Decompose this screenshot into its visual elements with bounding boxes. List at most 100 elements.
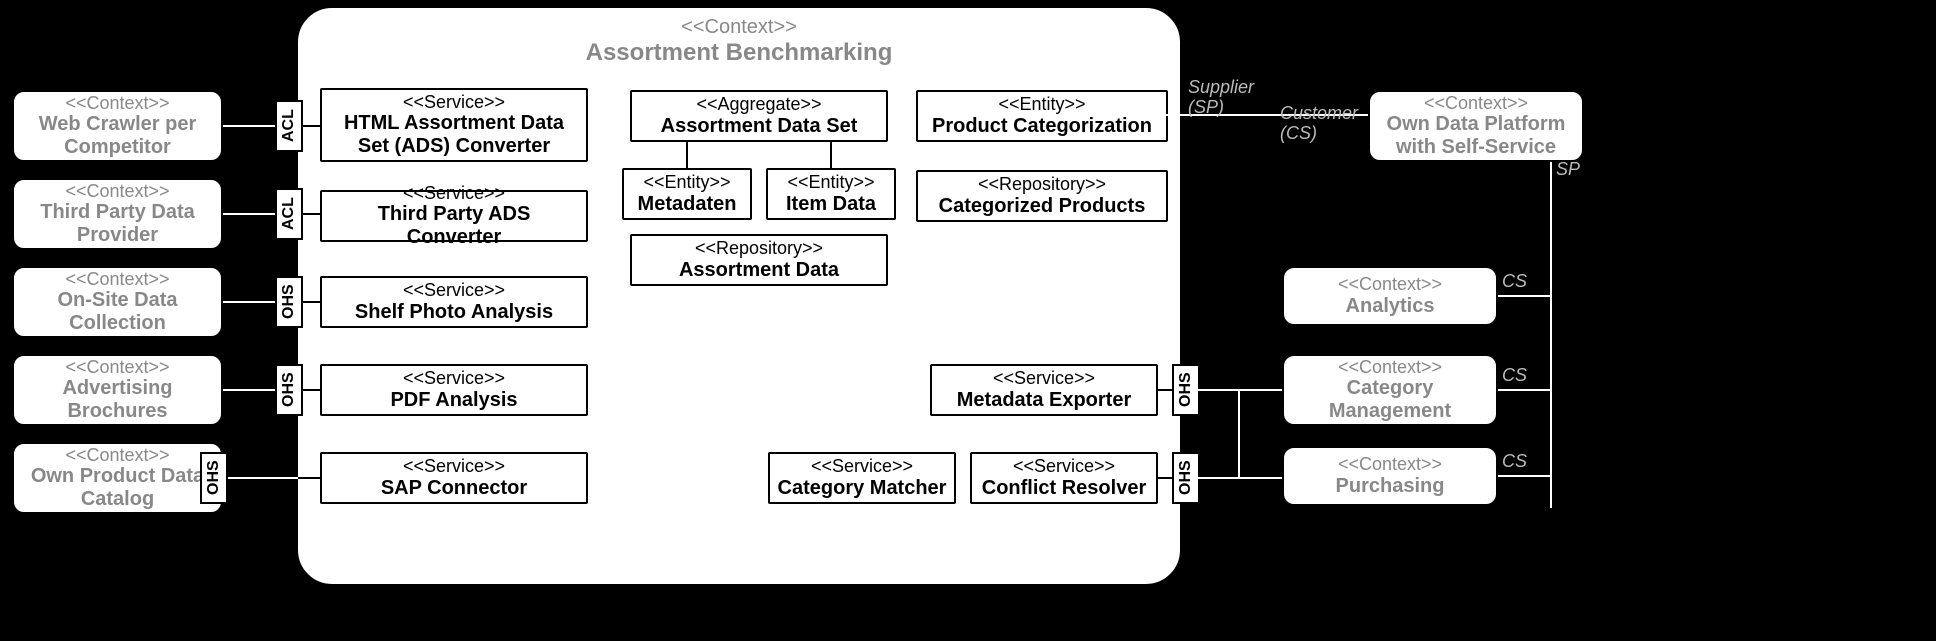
ctx-purchasing: <<Context>> Purchasing xyxy=(1282,446,1498,506)
svc-pdf: <<Service>> PDF Analysis xyxy=(320,364,588,416)
title: Third Party Data Provider xyxy=(20,201,215,247)
stereo: <<Repository>> xyxy=(638,238,880,259)
stereo: <<Service>> xyxy=(938,368,1150,389)
connector-line xyxy=(223,301,275,303)
title: PDF Analysis xyxy=(328,389,580,412)
svc-sap: <<Service>> SAP Connector xyxy=(320,452,588,504)
title: Category Matcher xyxy=(776,477,948,500)
connector-line xyxy=(1158,389,1172,391)
stereo: <<Context>> xyxy=(1290,454,1490,475)
connector-line xyxy=(302,389,320,391)
repo-categorized-products: <<Repository>> Categorized Products xyxy=(916,170,1168,222)
connector-line xyxy=(302,301,320,303)
svc-html-ads: <<Service>> HTML Assortment Data Set (AD… xyxy=(320,88,588,162)
title: Metadata Exporter xyxy=(938,389,1150,412)
stereo: <<Service>> xyxy=(776,456,948,477)
stereo: <<Service>> xyxy=(978,456,1150,477)
stereo: <<Service>> xyxy=(328,280,580,301)
stereo: <<Context>> xyxy=(20,181,215,202)
connector-line xyxy=(1238,389,1240,479)
connector-line xyxy=(1550,162,1552,508)
connector-line xyxy=(1198,389,1282,391)
stereo: <<Context>> xyxy=(20,357,215,378)
ctx-analytics: <<Context>> Analytics xyxy=(1282,266,1498,326)
ctx-web-crawler: <<Context>> Web Crawler per Competitor xyxy=(12,90,223,162)
label-sp: SP xyxy=(1556,160,1580,180)
svc-metadata-exporter: <<Service>> Metadata Exporter xyxy=(930,364,1158,416)
title: Advertising Brochures xyxy=(20,377,215,423)
connector-line xyxy=(1198,477,1282,479)
svc-conflict-resolver: <<Service>> Conflict Resolver xyxy=(970,452,1158,504)
connector-line xyxy=(228,477,298,479)
svc-category-matcher: <<Service>> Category Matcher xyxy=(768,452,956,504)
stereo: <<Entity>> xyxy=(774,172,888,193)
connector-line xyxy=(1158,477,1172,479)
tag-ohs-cr: OHS xyxy=(1172,452,1200,504)
stereo: <<Service>> xyxy=(328,183,580,204)
tag-acl-1: ACL xyxy=(275,100,303,152)
stereo: <<Context>> xyxy=(1376,93,1576,114)
ctx-advertising: <<Context>> Advertising Brochures xyxy=(12,354,223,426)
label-cs-3: CS xyxy=(1502,452,1527,472)
ent-itemdata: <<Entity>> Item Data xyxy=(766,168,896,220)
stereo: <<Repository>> xyxy=(924,174,1160,195)
ctx-category-mgmt: <<Context>> Category Management xyxy=(1282,354,1498,426)
title: Category Management xyxy=(1290,377,1490,423)
main-context-stereo: <<Context>> xyxy=(298,16,1180,39)
agg-ads: <<Aggregate>> Assortment Data Set xyxy=(630,90,888,142)
stereo: <<Entity>> xyxy=(924,94,1160,115)
stereo: <<Context>> xyxy=(20,445,215,466)
connector-line xyxy=(1498,295,1552,297)
title: Own Data Platform with Self-Service xyxy=(1376,113,1576,159)
repo-assortment-data: <<Repository>> Assortment Data xyxy=(630,234,888,286)
tag-ohs-me: OHS xyxy=(1172,364,1200,416)
tag-ohs-2: OHS xyxy=(275,364,303,416)
title: Web Crawler per Competitor xyxy=(20,113,215,159)
connector-line xyxy=(223,213,275,215)
title: Conflict Resolver xyxy=(978,477,1150,500)
connector-line xyxy=(686,142,688,168)
connector-line xyxy=(223,389,275,391)
stereo: <<Entity>> xyxy=(630,172,744,193)
stereo: <<Context>> xyxy=(20,269,215,290)
title: Categorized Products xyxy=(924,195,1160,218)
connector-line xyxy=(830,142,832,168)
main-context-title: Assortment Benchmarking xyxy=(298,39,1180,67)
title: Assortment Data Set xyxy=(638,115,880,138)
ctx-onsite: <<Context>> On-Site Data Collection xyxy=(12,266,223,338)
label-customer: Customer (CS) xyxy=(1280,104,1358,144)
connector-line xyxy=(1498,475,1552,477)
svc-shelf-photo: <<Service>> Shelf Photo Analysis xyxy=(320,276,588,328)
title: SAP Connector xyxy=(328,477,580,500)
title: Product Categorization xyxy=(924,115,1160,138)
connector-line xyxy=(223,125,275,127)
title: Metadaten xyxy=(630,193,744,216)
connector-line xyxy=(302,125,320,127)
title: Assortment Data xyxy=(638,259,880,282)
stereo: <<Aggregate>> xyxy=(638,94,880,115)
label-cs-1: CS xyxy=(1502,272,1527,292)
stereo: <<Service>> xyxy=(328,456,580,477)
title: Third Party ADS Converter xyxy=(328,203,580,249)
title: Item Data xyxy=(774,193,888,216)
ent-metadaten: <<Entity>> Metadaten xyxy=(622,168,752,220)
ctx-own-catalog: <<Context>> Own Product Data Catalog xyxy=(12,442,223,514)
title: Purchasing xyxy=(1290,475,1490,498)
stereo: <<Context>> xyxy=(20,93,215,114)
svc-third-party-ads: <<Service>> Third Party ADS Converter xyxy=(320,190,588,242)
connector-line xyxy=(298,477,320,479)
tag-ohs-owncatalog: OHS xyxy=(200,452,228,504)
ctx-third-party: <<Context>> Third Party Data Provider xyxy=(12,178,223,250)
tag-acl-2: ACL xyxy=(275,188,303,240)
stereo: <<Service>> xyxy=(328,92,580,113)
title: Analytics xyxy=(1290,295,1490,318)
title: HTML Assortment Data Set (ADS) Converter xyxy=(328,112,580,158)
connector-line xyxy=(1498,389,1552,391)
ctx-own-data-platform: <<Context>> Own Data Platform with Self-… xyxy=(1368,90,1584,162)
stereo: <<Context>> xyxy=(1290,274,1490,295)
ent-product-categorization: <<Entity>> Product Categorization xyxy=(916,90,1168,142)
title: On-Site Data Collection xyxy=(20,289,215,335)
title: Own Product Data Catalog xyxy=(20,465,215,511)
label-cs-2: CS xyxy=(1502,366,1527,386)
title: Shelf Photo Analysis xyxy=(328,301,580,324)
